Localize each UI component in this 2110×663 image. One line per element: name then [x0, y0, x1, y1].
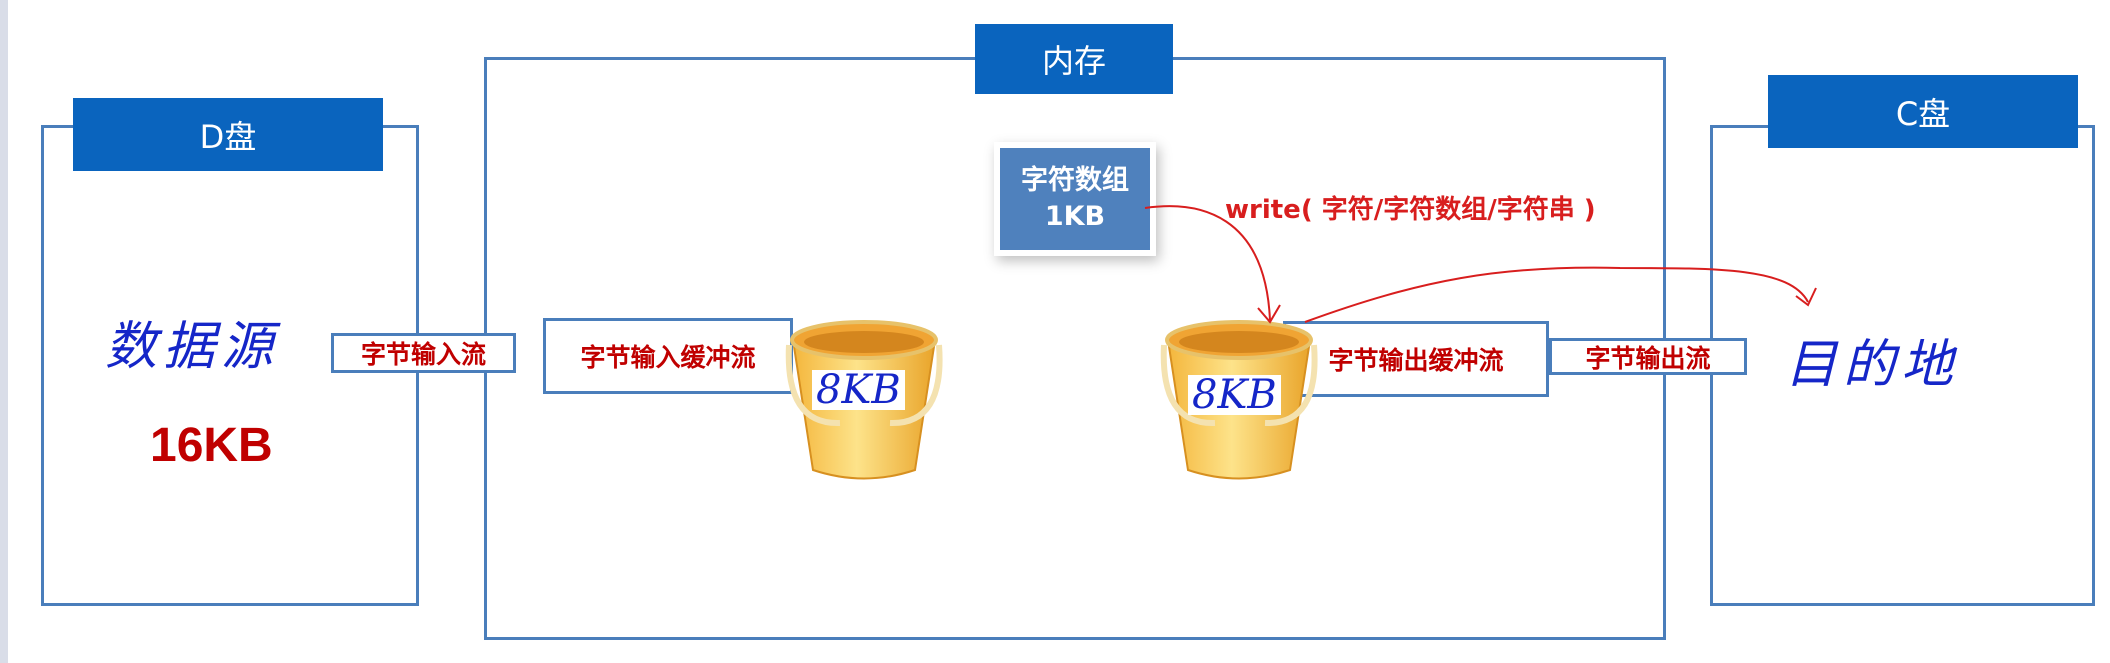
c-drive-header: C盘	[1768, 75, 2078, 148]
byte-input-stream: 字节输入流	[331, 333, 516, 373]
char-array-title: 字符数组	[1021, 165, 1129, 196]
input-buffer-size: 8KB	[812, 370, 905, 410]
destination-label: 目的地	[1785, 335, 1960, 395]
output-buffer-size: 8KB	[1188, 375, 1281, 415]
memory-title: 内存	[1041, 42, 1106, 80]
write-call-label: write( 字符/字符数组/字符串 )	[1225, 195, 1596, 225]
byte-output-stream: 字节输出流	[1549, 338, 1747, 375]
d-drive-title: D盘	[199, 117, 257, 156]
data-source-label: 数据源	[105, 317, 280, 377]
c-drive-title: C盘	[1895, 94, 1951, 133]
char-array-box: 字符数组 1KB	[1000, 148, 1150, 250]
data-size-label: 16KB	[150, 419, 273, 472]
d-drive-header: D盘	[73, 98, 383, 171]
slide-edge	[0, 0, 8, 663]
memory-header: 内存	[975, 24, 1173, 94]
byte-input-buffered-stream: 字节输入缓冲流	[543, 318, 793, 394]
char-array-size: 1KB	[1044, 201, 1106, 232]
